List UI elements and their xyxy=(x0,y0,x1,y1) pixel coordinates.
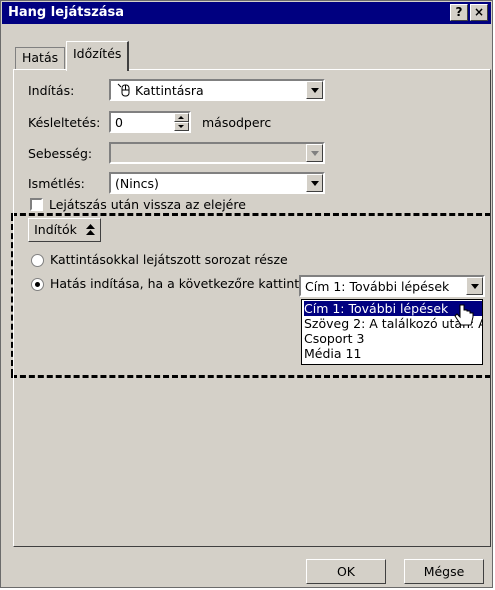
ok-button[interactable]: OK xyxy=(306,559,386,584)
window-title: Hang lejátszása xyxy=(8,5,125,20)
tab-hatas[interactable]: Hatás xyxy=(15,47,66,69)
list-item[interactable]: Média 11 xyxy=(304,346,482,361)
hand-cursor-icon xyxy=(454,303,478,334)
close-button[interactable]: × xyxy=(470,4,488,21)
help-button[interactable]: ? xyxy=(450,4,468,21)
trigger-dropdown-list: Cím 1: További lépések Szöveg 2: A talál… xyxy=(301,299,483,365)
cancel-button[interactable]: Mégse xyxy=(404,559,484,584)
title-bar: Hang lejátszása ? × xyxy=(2,2,491,24)
dialog-window: Hang lejátszása ? × Hatás Időzítés Indít… xyxy=(0,0,493,588)
tab-idozites[interactable]: Időzítés xyxy=(66,41,130,71)
